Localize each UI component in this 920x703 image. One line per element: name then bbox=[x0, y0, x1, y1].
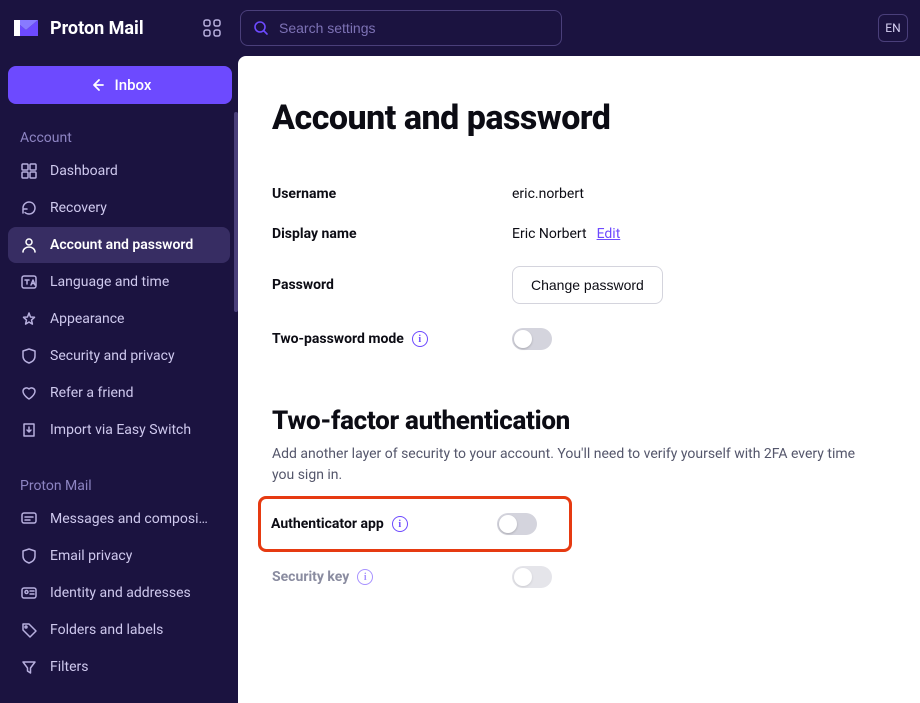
authenticator-app-text: Authenticator app bbox=[271, 516, 384, 532]
sidebar-item-refer-a-friend[interactable]: Refer a friend bbox=[8, 375, 230, 411]
inbox-button-label: Inbox bbox=[115, 76, 152, 94]
label-security-key: Security key i bbox=[272, 569, 512, 585]
value-username: eric.norbert bbox=[512, 186, 584, 202]
brand[interactable]: Proton Mail bbox=[12, 16, 188, 40]
sidebar-item-identity-and-addresses[interactable]: Identity and addresses bbox=[8, 575, 230, 611]
proton-logo-icon bbox=[12, 16, 40, 40]
sidebar-item-label: Appearance bbox=[50, 311, 124, 327]
authenticator-app-toggle[interactable] bbox=[497, 513, 537, 535]
sidebar-section-account: Account bbox=[8, 122, 230, 152]
sidebar-item-label: Import via Easy Switch bbox=[50, 422, 191, 438]
value-security-key bbox=[512, 566, 552, 588]
label-password: Password bbox=[272, 277, 512, 293]
value-password: Change password bbox=[512, 266, 663, 304]
sidebar-item-label: Account and password bbox=[50, 237, 193, 253]
two-password-text: Two-password mode bbox=[272, 331, 404, 347]
search-icon bbox=[253, 20, 269, 36]
user-icon bbox=[20, 236, 38, 254]
sidebar-item-security-and-privacy[interactable]: Security and privacy bbox=[8, 338, 230, 374]
sidebar-item-label: Folders and labels bbox=[50, 622, 163, 638]
value-displayname: Eric Norbert Edit bbox=[512, 226, 620, 242]
tag-icon bbox=[20, 621, 38, 639]
value-authenticator-app bbox=[497, 513, 537, 535]
row-username: Username eric.norbert bbox=[272, 186, 886, 202]
sidebar-item-label: Filters bbox=[50, 659, 89, 675]
sidebar-item-label: Email privacy bbox=[50, 548, 132, 564]
tfa-title: Two-factor authentication bbox=[272, 406, 886, 436]
sidebar-item-import-via-easy-switch[interactable]: Import via Easy Switch bbox=[8, 412, 230, 448]
displayname-text: Eric Norbert bbox=[512, 226, 587, 242]
sidebar-item-label: Language and time bbox=[50, 274, 169, 290]
import-icon bbox=[20, 421, 38, 439]
label-authenticator-app: Authenticator app i bbox=[271, 516, 497, 532]
sidebar-item-label: Dashboard bbox=[50, 163, 118, 179]
search-settings-input[interactable] bbox=[240, 10, 562, 46]
language-label: EN bbox=[885, 21, 900, 35]
page-title: Account and password bbox=[272, 98, 886, 138]
sidebar-item-messages-and-composi[interactable]: Messages and composi… bbox=[8, 501, 230, 537]
sidebar-section-protonmail: Proton Mail bbox=[8, 470, 230, 500]
security-key-toggle[interactable] bbox=[512, 566, 552, 588]
top-bar: Proton Mail EN bbox=[0, 0, 920, 56]
sidebar-item-filters[interactable]: Filters bbox=[8, 649, 230, 685]
sidebar-item-label: Messages and composi… bbox=[50, 511, 208, 527]
back-to-inbox-button[interactable]: Inbox bbox=[8, 66, 232, 104]
sidebar-item-label: Recovery bbox=[50, 200, 107, 216]
edit-displayname-link[interactable]: Edit bbox=[597, 226, 621, 242]
shield-icon bbox=[20, 347, 38, 365]
row-authenticator-app: Authenticator app i bbox=[271, 513, 559, 535]
messages-icon bbox=[20, 510, 38, 528]
sidebar-item-label: Security and privacy bbox=[50, 348, 175, 364]
label-two-password: Two-password mode i bbox=[272, 331, 512, 347]
heart-icon bbox=[20, 384, 38, 402]
value-two-password bbox=[512, 328, 552, 350]
dashboard-icon bbox=[20, 162, 38, 180]
main-content: Account and password Username eric.norbe… bbox=[238, 56, 920, 703]
language-selector[interactable]: EN bbox=[878, 14, 908, 42]
brand-name: Proton Mail bbox=[50, 18, 144, 39]
info-icon[interactable]: i bbox=[357, 569, 373, 585]
info-icon[interactable]: i bbox=[412, 331, 428, 347]
lang-icon bbox=[20, 273, 38, 291]
info-icon[interactable]: i bbox=[392, 516, 408, 532]
search-input-field[interactable] bbox=[279, 20, 549, 36]
identity-icon bbox=[20, 584, 38, 602]
sidebar-item-recovery[interactable]: Recovery bbox=[8, 190, 230, 226]
label-displayname: Display name bbox=[272, 226, 512, 242]
sidebar-item-label: Identity and addresses bbox=[50, 585, 191, 601]
sidebar: Inbox Account Dashboard Recovery Account a… bbox=[0, 56, 238, 703]
authenticator-app-highlight: Authenticator app i bbox=[258, 496, 572, 552]
search-wrap bbox=[240, 10, 562, 46]
sidebar-item-appearance[interactable]: Appearance bbox=[8, 301, 230, 337]
sidebar-item-dashboard[interactable]: Dashboard bbox=[8, 153, 230, 189]
appearance-icon bbox=[20, 310, 38, 328]
row-security-key: Security key i bbox=[272, 566, 886, 588]
sidebar-item-email-privacy[interactable]: Email privacy bbox=[8, 538, 230, 574]
shield-icon bbox=[20, 547, 38, 565]
sidebar-item-folders-and-labels[interactable]: Folders and labels bbox=[8, 612, 230, 648]
security-key-text: Security key bbox=[272, 569, 349, 585]
tfa-description: Add another layer of security to your ac… bbox=[272, 444, 872, 486]
label-username: Username bbox=[272, 186, 512, 202]
arrow-left-icon bbox=[89, 77, 105, 93]
filter-icon bbox=[20, 658, 38, 676]
row-two-password-mode: Two-password mode i bbox=[272, 328, 886, 350]
row-displayname: Display name Eric Norbert Edit bbox=[272, 226, 886, 242]
sidebar-item-account-and-password[interactable]: Account and password bbox=[8, 227, 230, 263]
row-password: Password Change password bbox=[272, 266, 886, 304]
sidebar-item-label: Refer a friend bbox=[50, 385, 134, 401]
change-password-button[interactable]: Change password bbox=[512, 266, 663, 304]
sidebar-item-language-and-time[interactable]: Language and time bbox=[8, 264, 230, 300]
apps-grid-icon[interactable] bbox=[200, 16, 224, 40]
recovery-icon bbox=[20, 199, 38, 217]
two-password-toggle[interactable] bbox=[512, 328, 552, 350]
